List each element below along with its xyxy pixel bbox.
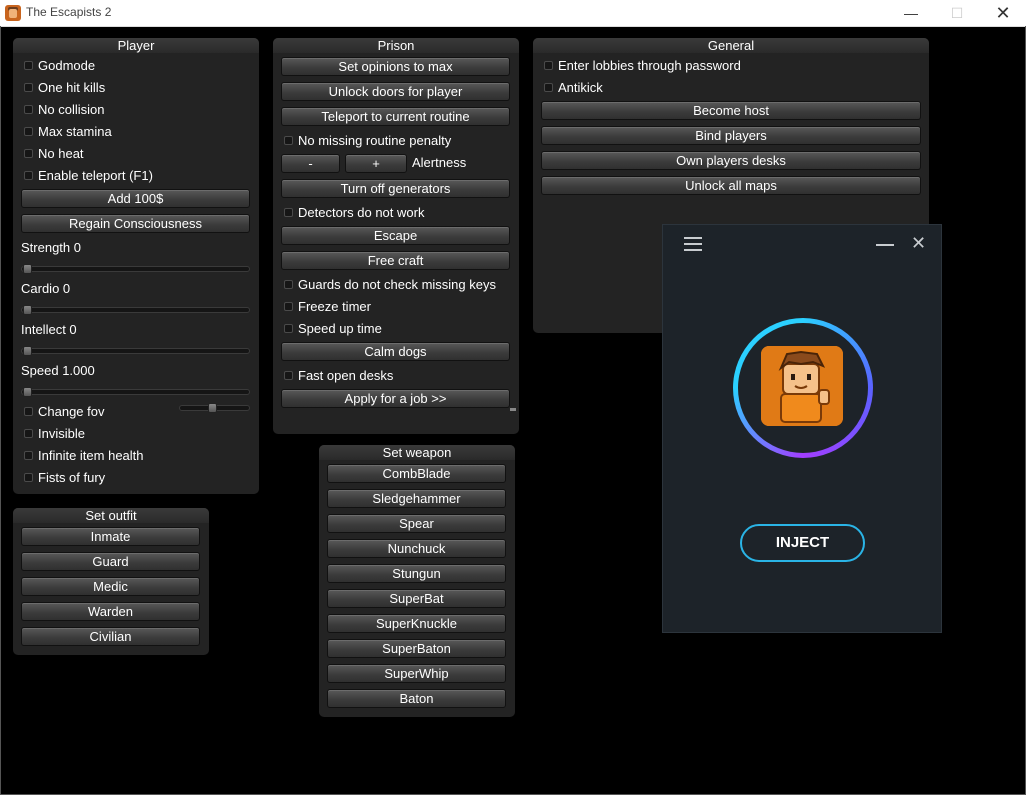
fov-slider-handle[interactable] [208,403,217,413]
bind-players-button[interactable]: Bind players [541,126,921,145]
weapon-combblade-button[interactable]: CombBlade [327,464,506,483]
speed-slider[interactable] [21,387,250,397]
outfit-guard-button[interactable]: Guard [21,552,200,571]
minimize-button[interactable]: — [888,0,934,26]
become-host-button[interactable]: Become host [541,101,921,120]
hamburger-menu-icon[interactable] [684,237,702,251]
alertness-label: Alertness [412,155,467,170]
app-icon [5,5,21,21]
strength-label: Strength 0 [21,240,81,255]
injector-close-icon[interactable]: ✕ [911,233,926,254]
weapon-baton-button[interactable]: Baton [327,689,506,708]
avatar-ring [733,318,873,458]
weapon-nunchuck-button[interactable]: Nunchuck [327,539,506,558]
strength-slider-handle[interactable] [23,264,32,274]
cardio-slider-handle[interactable] [23,305,32,315]
intellect-label: Intellect 0 [21,322,77,337]
player-panel: Player Godmode One hit kills No collisio… [13,38,259,494]
teleport-routine-button[interactable]: Teleport to current routine [281,107,510,126]
general-panel-title: General [533,38,929,53]
cardio-slider[interactable] [21,305,250,315]
prison-panel: Prison Set opinions to max Unlock doors … [273,38,519,434]
weapon-spear-button[interactable]: Spear [327,514,506,533]
alertness-plus-button[interactable]: + [345,154,407,173]
intellect-slider[interactable] [21,346,250,356]
weapon-stungun-button[interactable]: Stungun [327,564,506,583]
escape-button[interactable]: Escape [281,226,510,245]
inject-button[interactable]: INJECT [740,524,865,562]
speed-slider-handle[interactable] [23,387,32,397]
unlock-all-maps-button[interactable]: Unlock all maps [541,176,921,195]
weapon-superknuckle-button[interactable]: SuperKnuckle [327,614,506,633]
weapon-superwhip-button[interactable]: SuperWhip [327,664,506,683]
strength-slider[interactable] [21,264,250,274]
injector-window: ✕ INJECT [662,224,942,633]
weapon-superbat-button[interactable]: SuperBat [327,589,506,608]
close-button[interactable]: ✕ [980,0,1026,26]
outfit-panel-title: Set outfit [13,508,209,523]
own-players-desks-button[interactable]: Own players desks [541,151,921,170]
outfit-inmate-button[interactable]: Inmate [21,527,200,546]
alertness-minus-button[interactable]: - [281,154,340,173]
apply-job-button[interactable]: Apply for a job >> [281,389,510,408]
outfit-medic-button[interactable]: Medic [21,577,200,596]
free-craft-button[interactable]: Free craft [281,251,510,270]
weapon-panel-title: Set weapon [319,445,515,460]
cardio-label: Cardio 0 [21,281,71,296]
outfit-civilian-button[interactable]: Civilian [21,627,200,646]
window-title: The Escapists 2 [26,5,112,19]
weapon-superbaton-button[interactable]: SuperBaton [327,639,506,658]
unlock-doors-button[interactable]: Unlock doors for player [281,82,510,101]
fov-slider[interactable] [179,403,250,413]
weapon-sledgehammer-button[interactable]: Sledgehammer [327,489,506,508]
injector-minimize-icon[interactable] [876,244,894,246]
maximize-button[interactable]: ☐ [934,0,980,26]
window-titlebar: The Escapists 2 — ☐ ✕ [0,0,1026,27]
weapon-panel: Set weapon CombBlade Sledgehammer Spear … [319,445,515,717]
turn-off-generators-button[interactable]: Turn off generators [281,179,510,198]
set-opinions-button[interactable]: Set opinions to max [281,57,510,76]
speed-label: Speed 1.000 [21,363,95,378]
add-money-button[interactable]: Add 100$ [21,189,250,208]
regain-consciousness-button[interactable]: Regain Consciousness [21,214,250,233]
intellect-slider-handle[interactable] [23,346,32,356]
outfit-panel: Set outfit Inmate Guard Medic Warden Civ… [13,508,209,655]
outfit-warden-button[interactable]: Warden [21,602,200,621]
prison-panel-title: Prison [273,38,519,53]
resize-grip[interactable] [510,408,516,411]
escapist-character-icon [761,346,843,426]
calm-dogs-button[interactable]: Calm dogs [281,342,510,361]
player-panel-title: Player [13,38,259,53]
